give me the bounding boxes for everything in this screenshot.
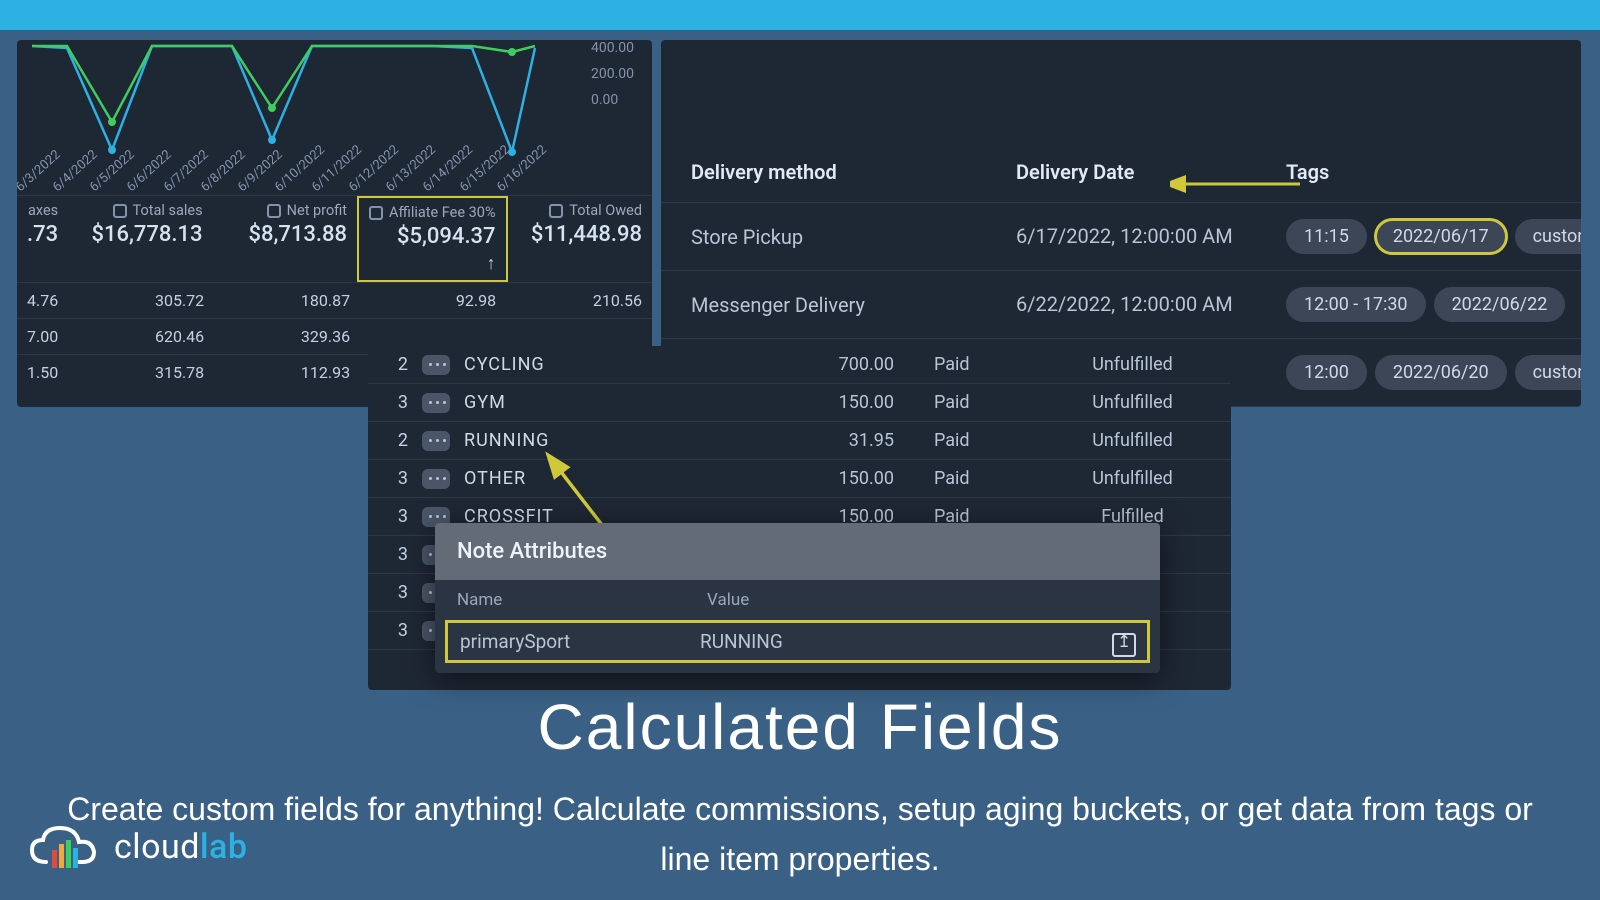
- more-icon[interactable]: [422, 393, 450, 413]
- tag-pill[interactable]: 2022/06/17: [1375, 219, 1507, 254]
- tag-pill[interactable]: 2022/06/20: [1375, 355, 1507, 390]
- metric-total-owed[interactable]: Total Owed$11,448.98: [508, 196, 652, 282]
- more-icon[interactable]: [422, 355, 450, 375]
- table-row[interactable]: 2RUNNING31.95PaidUnfulfilled: [368, 422, 1231, 460]
- cloud-icon: [26, 820, 106, 874]
- col-value: Value: [707, 590, 749, 610]
- checkbox-icon[interactable]: [267, 204, 281, 218]
- headline: Calculated Fields: [0, 690, 1600, 764]
- arrow-up-icon: ↑: [369, 253, 496, 274]
- checkbox-icon[interactable]: [369, 206, 383, 220]
- tag-pill[interactable]: 11:15: [1286, 219, 1367, 254]
- line-chart: 400.00 200.00 0.00 6/3/20226/4/20226/5/2…: [17, 40, 652, 195]
- tag-pill[interactable]: custor: [1515, 219, 1581, 254]
- table-row[interactable]: 3GYM150.00PaidUnfulfilled: [368, 384, 1231, 422]
- metric-total-sales[interactable]: Total sales$16,778.13: [68, 196, 212, 282]
- metric-net-profit[interactable]: Net profit$8,713.88: [213, 196, 357, 282]
- col-delivery-method[interactable]: Delivery method: [691, 160, 1016, 184]
- note-row[interactable]: primarySport RUNNING: [445, 620, 1150, 663]
- more-icon[interactable]: [422, 469, 450, 489]
- chart-y-ticks: 400.00 200.00 0.00: [591, 40, 634, 118]
- tag-pill[interactable]: custor: [1515, 355, 1581, 390]
- brand-bar: [0, 0, 1600, 30]
- open-external-icon[interactable]: [1112, 633, 1136, 657]
- metric-affiliate-fee[interactable]: Affiliate Fee 30%$5,094.37↑: [357, 196, 508, 282]
- chart-x-ticks: 6/3/20226/4/20226/5/20226/6/20226/7/2022…: [17, 150, 547, 195]
- col-tags[interactable]: Tags: [1286, 160, 1551, 184]
- table-row[interactable]: Messenger Delivery6/22/2022, 12:00:00 AM…: [661, 271, 1581, 339]
- more-icon[interactable]: [422, 431, 450, 451]
- table-row[interactable]: 3OTHER150.00PaidUnfulfilled: [368, 460, 1231, 498]
- col-delivery-date[interactable]: Delivery Date: [1016, 160, 1286, 184]
- tag-pill[interactable]: 12:00 - 17:30: [1286, 287, 1426, 322]
- note-key: primarySport: [460, 630, 700, 653]
- col-name: Name: [457, 590, 707, 610]
- note-title: Note Attributes: [435, 523, 1160, 580]
- logo: cloudlab: [26, 820, 247, 874]
- metric-header-row: axes.73 Total sales$16,778.13 Net profit…: [17, 195, 652, 282]
- tag-pill[interactable]: 12:00: [1286, 355, 1367, 390]
- table-row[interactable]: 2CYCLING700.00PaidUnfulfilled: [368, 346, 1231, 384]
- checkbox-icon[interactable]: [113, 204, 127, 218]
- table-row: 4.76305.72180.8792.98210.56: [17, 282, 652, 318]
- checkbox-icon[interactable]: [549, 204, 563, 218]
- note-value: RUNNING: [700, 630, 1135, 653]
- tag-pill[interactable]: 2022/06/22: [1434, 287, 1566, 322]
- table-row[interactable]: Store Pickup6/17/2022, 12:00:00 AM11:152…: [661, 203, 1581, 271]
- note-attributes-popover: Note Attributes NameValue primarySport R…: [435, 523, 1160, 673]
